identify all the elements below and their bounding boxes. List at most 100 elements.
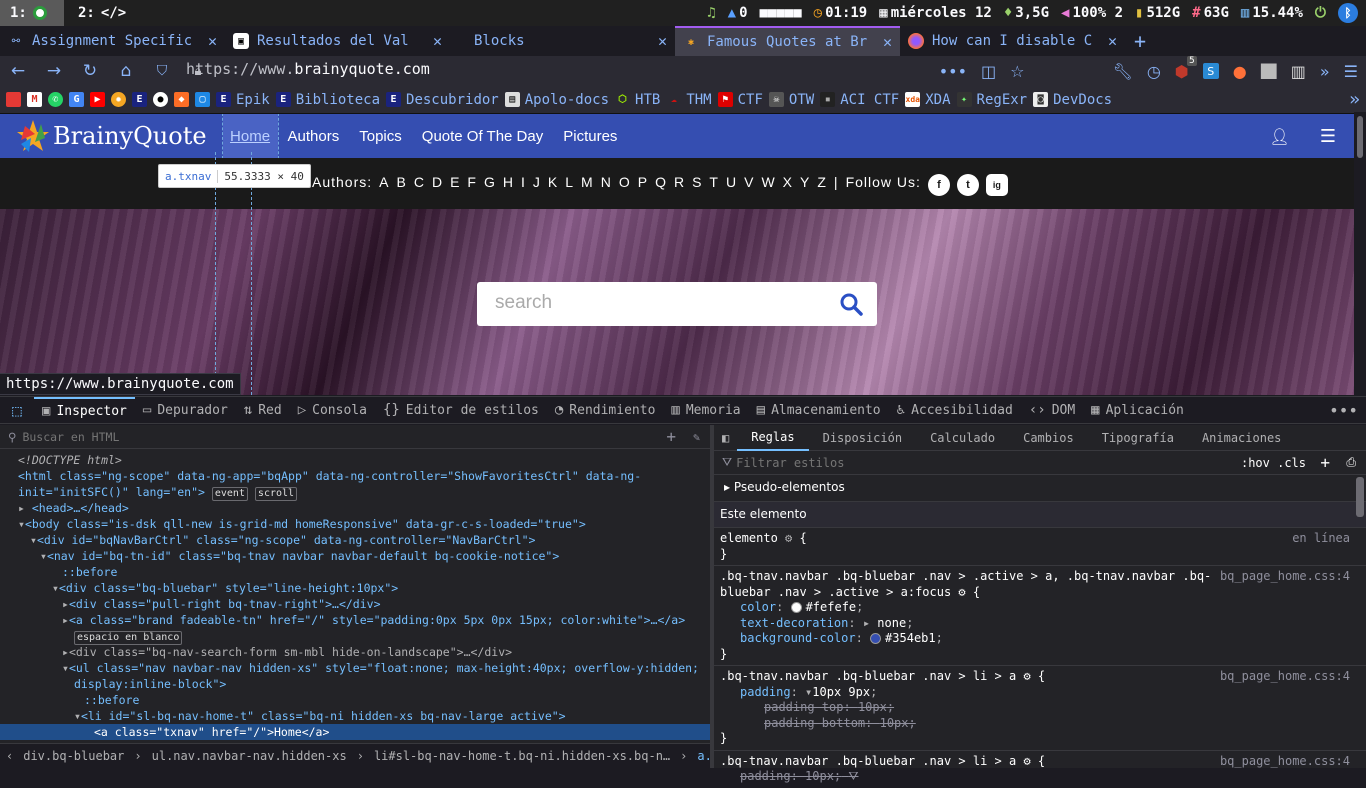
forward-button[interactable]: → bbox=[42, 61, 66, 81]
gitlab-icon[interactable]: ◆ bbox=[174, 92, 189, 107]
collapse-arrow-icon[interactable]: ▾ bbox=[74, 709, 81, 723]
rule-source[interactable]: bq_page_home.css:4 bbox=[1220, 754, 1350, 770]
bookmark-regexr[interactable]: ✦ RegExr bbox=[956, 92, 1027, 108]
letter-y[interactable]: Y bbox=[800, 174, 810, 196]
extension-box-icon[interactable]: ⬛︎ bbox=[1261, 61, 1277, 81]
html-line[interactable]: init="initSFC()" lang="en"> event scroll bbox=[0, 484, 710, 501]
letter-l[interactable]: L bbox=[565, 174, 574, 196]
settings-gear-icon[interactable]: ✹ bbox=[111, 92, 126, 107]
nav-authors-link[interactable]: Authors bbox=[278, 114, 350, 158]
gear-icon[interactable]: ⚙ bbox=[958, 585, 965, 599]
power-icon[interactable]: ⏻ bbox=[1315, 5, 1326, 21]
close-icon[interactable]: ✕ bbox=[883, 33, 892, 51]
close-icon[interactable]: ✕ bbox=[658, 32, 667, 50]
tab-performance[interactable]: ◔ Rendimiento bbox=[547, 397, 664, 424]
letter-u[interactable]: U bbox=[726, 174, 737, 196]
letter-s[interactable]: S bbox=[692, 174, 702, 196]
collapse-arrow-icon[interactable]: ▾ bbox=[30, 533, 37, 547]
bookmark-biblioteca[interactable]: E Biblioteca bbox=[275, 92, 380, 108]
filter-styles-input[interactable] bbox=[736, 455, 1157, 470]
collapse-arrow-icon[interactable]: ▾ bbox=[40, 549, 47, 563]
letter-z[interactable]: Z bbox=[817, 174, 827, 196]
bookmark-star-icon[interactable]: ☆ bbox=[1010, 62, 1024, 81]
letter-j[interactable]: J bbox=[533, 174, 541, 196]
color-swatch[interactable] bbox=[870, 633, 882, 644]
hov-cls-toggle[interactable]: :hov .cls bbox=[1241, 456, 1306, 470]
rules-scrollbar-thumb[interactable] bbox=[1356, 477, 1364, 517]
bookmark-apolo-docs[interactable]: ▤ Apolo-docs bbox=[504, 92, 609, 108]
menu-icon[interactable]: ☰ bbox=[1344, 62, 1358, 81]
tab-rules[interactable]: Reglas bbox=[737, 425, 809, 451]
extension-grid-icon[interactable]: ▥ bbox=[1291, 62, 1306, 81]
tab-blocks[interactable]: Blocks ✕ bbox=[450, 26, 675, 56]
collapse-arrow-icon[interactable]: ▾ bbox=[62, 661, 69, 675]
twitter-icon[interactable]: t bbox=[956, 174, 979, 196]
shield-icon[interactable]: ⛉ bbox=[150, 63, 174, 79]
tab-dom[interactable]: ‹› DOM bbox=[1021, 397, 1083, 424]
letter-c[interactable]: C bbox=[414, 174, 425, 196]
breadcrumb-item-active[interactable]: a.txnav bbox=[697, 749, 710, 763]
breadcrumb-item[interactable]: li#sl-bq-nav-home-t.bq-ni.hidden-xs.bq-n… bbox=[374, 749, 670, 763]
pocket-icon[interactable]: ◫ bbox=[981, 62, 996, 81]
letter-x[interactable]: X bbox=[783, 174, 793, 196]
rule-element[interactable]: elemento ⚙ { en línea } bbox=[714, 528, 1366, 566]
collapse-arrow-icon[interactable]: ▾ bbox=[18, 517, 25, 531]
scroll-badge[interactable]: scroll bbox=[254, 487, 298, 501]
letter-i[interactable]: I bbox=[521, 174, 526, 196]
close-icon[interactable]: ✕ bbox=[208, 32, 217, 50]
letter-r[interactable]: R bbox=[674, 174, 685, 196]
tab-how-disable[interactable]: How can I disable C ✕ bbox=[900, 26, 1125, 56]
expand-arrow-icon[interactable]: ▸ bbox=[62, 613, 69, 627]
updates-indicator[interactable]: ▲ 0 bbox=[728, 5, 748, 21]
bookmark-ctf[interactable]: ⚑ CTF bbox=[717, 92, 763, 108]
html-search-input[interactable] bbox=[22, 429, 623, 444]
bookmark-aci-ctf[interactable]: ▪ ACI CTF bbox=[820, 92, 899, 108]
tab-fonts[interactable]: Tipografía bbox=[1088, 425, 1188, 451]
scrollbar-thumb[interactable] bbox=[1357, 116, 1363, 158]
bookmark-icon-red[interactable] bbox=[6, 92, 21, 107]
brainyquote-logo[interactable]: BrainyQuote bbox=[15, 118, 207, 154]
bookmark-devdocs[interactable]: ◙ DevDocs bbox=[1033, 92, 1112, 108]
user-icon[interactable]: 👤︎ bbox=[1270, 127, 1290, 146]
ublock-icon[interactable]: ⬢ 5 bbox=[1175, 55, 1197, 81]
instagram-icon[interactable]: ig bbox=[985, 174, 1008, 196]
html-line[interactable]: ▾<ul class="nav navbar-nav hidden-xs" st… bbox=[0, 660, 710, 676]
url-bar[interactable]: https://www.brainyquote.com bbox=[186, 60, 430, 78]
gmail-icon[interactable]: M bbox=[27, 92, 42, 107]
rule-active-link[interactable]: .bq-tnav.navbar .bq-bluebar .nav > .acti… bbox=[714, 566, 1366, 666]
home-button[interactable]: ⌂ bbox=[114, 61, 138, 81]
letter-b[interactable]: B bbox=[396, 174, 406, 196]
bluetooth-icon[interactable]: ᛒ bbox=[1338, 3, 1358, 23]
breadcrumb-item[interactable]: div.bq-bluebar bbox=[23, 749, 124, 763]
breadcrumb-item[interactable]: ul.nav.navbar-nav.hidden-xs bbox=[152, 749, 347, 763]
facebook-icon[interactable]: f bbox=[927, 174, 950, 196]
filter-icon[interactable]: ⛛ bbox=[848, 769, 858, 783]
pseudo-elements-toggle[interactable]: ▸ Pseudo-elementos bbox=[714, 475, 1366, 502]
tab-brainyquote[interactable]: ✱ Famous Quotes at Br ✕ bbox=[675, 26, 900, 56]
letter-m[interactable]: M bbox=[581, 174, 594, 196]
letter-f[interactable]: F bbox=[467, 174, 477, 196]
tab-layout[interactable]: Disposición bbox=[809, 425, 916, 451]
close-icon[interactable]: ✕ bbox=[433, 32, 442, 50]
bookmark-htb[interactable]: ⬡ HTB bbox=[615, 92, 660, 108]
devtools-menu-icon[interactable]: ••• bbox=[1329, 401, 1366, 420]
letter-v[interactable]: V bbox=[744, 174, 754, 196]
rule-source[interactable]: bq_page_home.css:4 bbox=[1220, 669, 1350, 685]
rule-nav-li-a-2[interactable]: .bq-tnav.navbar .bq-bluebar .nav > li > … bbox=[714, 751, 1366, 788]
whitespace-badge[interactable]: espacio en blanco bbox=[74, 631, 183, 645]
page-scrollbar[interactable] bbox=[1354, 112, 1366, 395]
github-icon[interactable]: ● bbox=[153, 92, 168, 107]
extension-fox-icon[interactable]: ● bbox=[1233, 62, 1247, 81]
rule-nav-li-a[interactable]: .bq-tnav.navbar .bq-bluebar .nav > li > … bbox=[714, 666, 1366, 751]
search-input[interactable]: search bbox=[477, 282, 877, 326]
letter-q[interactable]: Q bbox=[655, 174, 667, 196]
bookmark-descubridor[interactable]: E Descubridor bbox=[386, 92, 499, 108]
tab-inspector[interactable]: ▣ Inspector bbox=[34, 396, 135, 424]
collapse-arrow-icon[interactable]: ▾ bbox=[52, 581, 59, 595]
bookmarks-overflow-icon[interactable]: » bbox=[1349, 89, 1360, 110]
letter-n[interactable]: N bbox=[601, 174, 612, 196]
html-line[interactable]: ▸<div class="pull-right bq-tnav-right">…… bbox=[0, 596, 710, 612]
html-line[interactable]: <!DOCTYPE html> bbox=[0, 452, 710, 468]
sidebar-toggle-icon[interactable]: ◧ bbox=[714, 431, 737, 445]
nav-topics-link[interactable]: Topics bbox=[349, 114, 412, 158]
